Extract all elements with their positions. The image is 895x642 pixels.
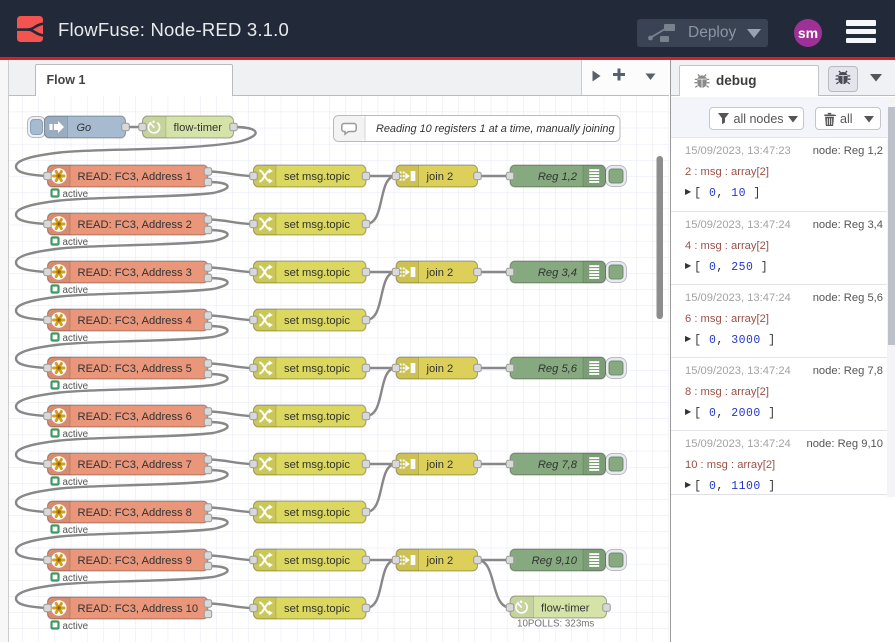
svg-text:READ: FC3, Address 5: READ: FC3, Address 5 — [78, 363, 192, 375]
svg-text:READ: FC3, Address 9: READ: FC3, Address 9 — [78, 555, 192, 567]
svg-text:READ: FC3, Address 4: READ: FC3, Address 4 — [78, 315, 192, 327]
svg-text:Reg 9,10: Reg 9,10 — [532, 555, 578, 567]
svg-text:Reg 7,8: Reg 7,8 — [538, 459, 578, 471]
svg-text:active: active — [63, 333, 89, 344]
svg-text:active: active — [63, 429, 89, 440]
svg-text:set msg.topic: set msg.topic — [284, 267, 350, 279]
svg-text:READ: FC3, Address 3: READ: FC3, Address 3 — [78, 267, 192, 279]
svg-text:READ: FC3, Address 1: READ: FC3, Address 1 — [78, 171, 192, 183]
svg-text:active: active — [63, 237, 89, 248]
svg-text:active: active — [63, 525, 89, 536]
svg-text:flow-timer: flow-timer — [174, 122, 223, 134]
svg-text:active: active — [63, 573, 89, 584]
svg-text:set msg.topic: set msg.topic — [284, 459, 350, 471]
svg-text:READ: FC3, Address 2: READ: FC3, Address 2 — [78, 219, 192, 231]
svg-text:Reg 3,4: Reg 3,4 — [538, 267, 577, 279]
svg-text:10POLLS: 323ms: 10POLLS: 323ms — [517, 618, 594, 629]
svg-text:Reg 5,6: Reg 5,6 — [538, 363, 578, 375]
svg-text:set msg.topic: set msg.topic — [284, 603, 350, 615]
svg-text:flow-timer: flow-timer — [541, 602, 590, 614]
svg-text:join 2: join 2 — [426, 363, 454, 375]
svg-text:set msg.topic: set msg.topic — [284, 411, 350, 423]
svg-text:READ: FC3, Address 6: READ: FC3, Address 6 — [78, 411, 192, 423]
svg-text:set msg.topic: set msg.topic — [284, 507, 350, 519]
svg-text:join 2: join 2 — [426, 459, 454, 471]
svg-text:active: active — [63, 285, 89, 296]
svg-text:active: active — [63, 621, 89, 632]
svg-text:set msg.topic: set msg.topic — [284, 555, 350, 567]
svg-text:set msg.topic: set msg.topic — [284, 315, 350, 327]
svg-text:active: active — [63, 381, 89, 392]
svg-text:join 2: join 2 — [426, 267, 454, 279]
svg-text:READ: FC3, Address 10: READ: FC3, Address 10 — [78, 603, 199, 615]
svg-text:join 2: join 2 — [426, 171, 454, 183]
svg-text:set msg.topic: set msg.topic — [284, 171, 350, 183]
svg-text:READ: FC3, Address 7: READ: FC3, Address 7 — [78, 459, 192, 471]
svg-text:join 2: join 2 — [426, 555, 454, 567]
svg-text:Go: Go — [77, 122, 92, 134]
svg-text:set msg.topic: set msg.topic — [284, 219, 350, 231]
svg-text:Reg 1,2: Reg 1,2 — [538, 171, 578, 183]
svg-text:set msg.topic: set msg.topic — [284, 363, 350, 375]
svg-text:READ: FC3, Address 8: READ: FC3, Address 8 — [78, 507, 192, 519]
svg-text:Reading 10 registers 1 at a ti: Reading 10 registers 1 at a time, manual… — [376, 123, 615, 135]
svg-text:active: active — [63, 477, 89, 488]
svg-text:active: active — [63, 189, 89, 200]
